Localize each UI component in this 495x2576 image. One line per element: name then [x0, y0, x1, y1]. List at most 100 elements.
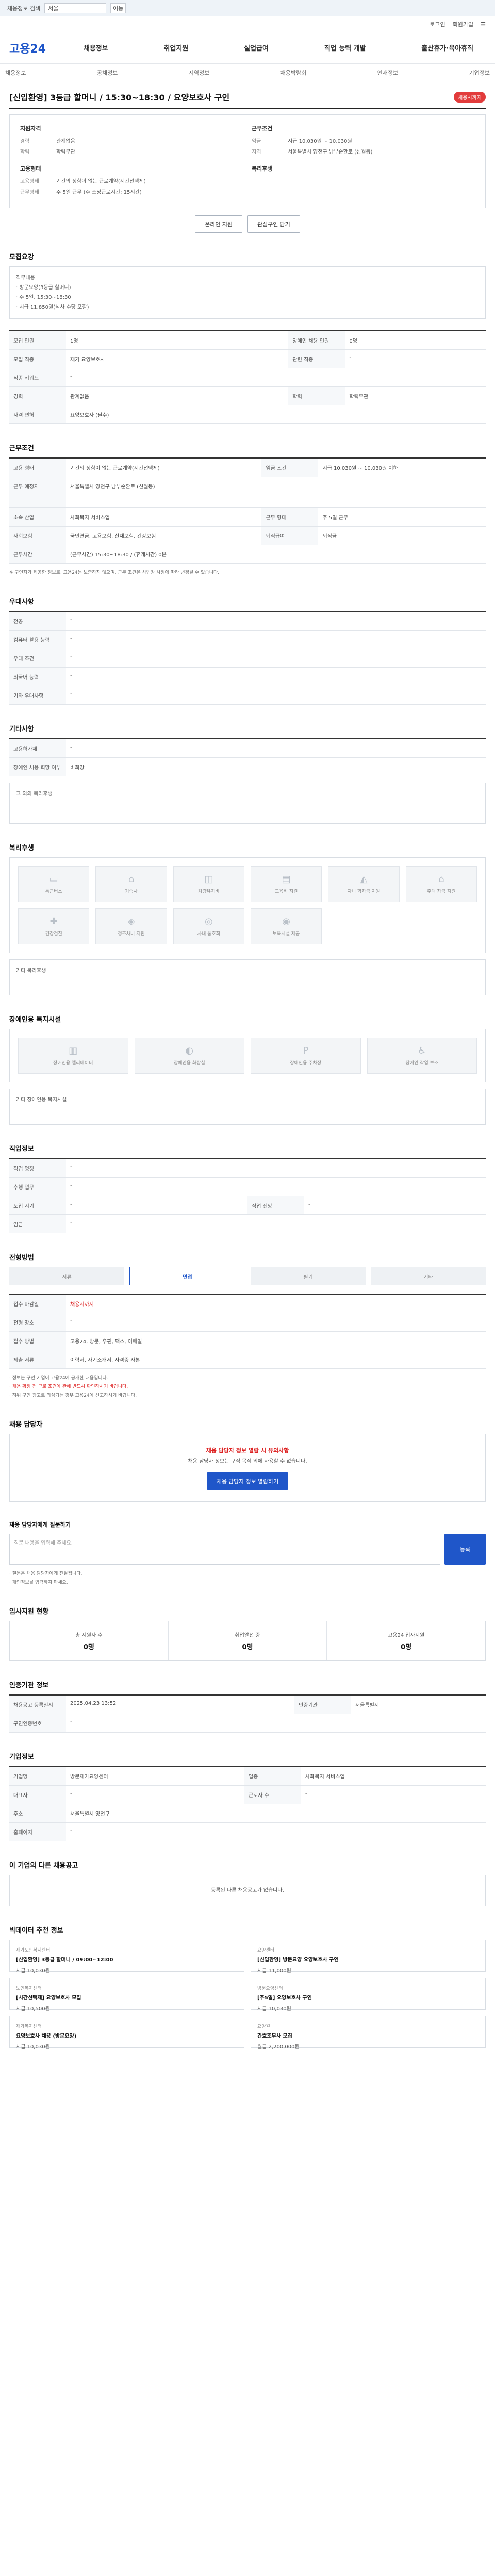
kv-key: 지역 — [252, 149, 261, 155]
recommend-card[interactable]: 노인복지센터 [시간선택제] 요양보호사 모집 시급 10,500원 — [9, 1978, 244, 2012]
table-row: 고용허가제 - — [9, 739, 486, 758]
cell-key: 고용 형태 — [9, 458, 66, 477]
card-title: 요양보호사 채용 (방문요양) — [16, 2033, 77, 2040]
disabled-label: 장애인용 화장실 — [173, 1061, 205, 1066]
content: [신입환영] 3등급 할머니 / 15:30~18:30 / 요양보호사 구인 … — [0, 91, 495, 2089]
benefit-icons: ▭ 통근버스 ⌂ 기숙사 ◫ 차량유지비 ▤ 교육비 지원 ◭ 자녀 학자금 지원 ⌂ 주택… — [9, 857, 486, 954]
benefit-title: 복리후생 — [9, 844, 34, 853]
recommend-card[interactable]: 재가노인복지센터 [신입환영] 3등급 할머니 / 09:00~12:00 시급 1… — [9, 1940, 244, 1974]
scrap-button[interactable]: 관심구인 담기 — [247, 215, 300, 233]
menu-icon[interactable]: ☰ — [481, 21, 486, 28]
disabled-icons: ▥ 장애인용 엘리베이터 ◐ 장애인용 화장실 P 장애인용 주차장 ♿ 장애인 작업 … — [9, 1029, 486, 1083]
assist-icon: ♿ — [418, 1045, 426, 1057]
cell-key: 학력 — [288, 386, 345, 405]
cell-value: - — [66, 1159, 486, 1178]
cell-value: 서울특별시 양천구 남부순환로 (신월동) — [66, 477, 486, 508]
cell-key: 수행 업무 — [9, 1177, 66, 1197]
process-step: 면접 — [129, 1267, 245, 1286]
subnav-item[interactable]: 채용박람회 — [280, 69, 307, 77]
graduation-icon: ◭ — [360, 874, 368, 885]
subnav-item[interactable]: 지역정보 — [189, 69, 209, 77]
note-line: · 채용 확정 전 근로 조건에 관해 반드시 확인하시기 바랍니다. — [9, 1384, 128, 1390]
gift-icon: ◈ — [127, 916, 135, 927]
cell-key: 임금 — [9, 1214, 66, 1234]
cell-key: 자격 면허 — [9, 405, 66, 424]
cell-value: - — [66, 1196, 248, 1215]
nav-item-leave[interactable]: 출산휴가·육아휴직 — [421, 43, 473, 53]
subnav-item[interactable]: 채용정보 — [5, 69, 26, 77]
recommend-cards: 재가노인복지센터 [신입환영] 3등급 할머니 / 09:00~12:00 시급 1… — [9, 1940, 486, 2050]
nav-item-support[interactable]: 취업지원 — [164, 43, 189, 53]
status-box: 총 지원자 수 0명 취업알선 중 0명 고용24 입사지원 0명 — [9, 1621, 486, 1662]
logo[interactable]: 고용24 — [9, 40, 71, 56]
benefit-label: 차량유지비 — [198, 889, 220, 895]
benefit-label: 기숙사 — [125, 889, 138, 895]
nav-item-jobs[interactable]: 채용정보 — [84, 43, 108, 53]
card-meta: 시급 10,500원 — [16, 2006, 50, 2012]
cell-value: - — [301, 1785, 486, 1805]
cell-value: 기간의 정함이 없는 근로계약(시간선택제) — [66, 458, 262, 477]
parking-icon: P — [303, 1045, 309, 1057]
kv-value: 서울특별시 양천구 남부순환로 (신월동) — [288, 149, 373, 155]
cell-key: 모집 직종 — [9, 349, 66, 368]
cell-value: 0명 — [345, 331, 486, 350]
login-link[interactable]: 로그인 — [430, 20, 445, 28]
company-table: 기업명 방문재가요양센터 업종 사회복지 서비스업 대표자 - 근로자 수- 주소 서울특별… — [9, 1766, 486, 1842]
cell-key: 대표자 — [9, 1785, 66, 1805]
region-select[interactable]: 서울 — [44, 3, 107, 13]
recommend-card[interactable]: 요양센터 [신입환영] 방문요양 요양보호사 구인 시급 11,000원 — [251, 1940, 486, 1974]
view-manager-button[interactable]: 채용 담당자 정보 열람하기 — [206, 1472, 289, 1490]
cell-key: 장애인 채용 인원 — [288, 331, 345, 350]
inquiry-input[interactable]: 질문 내용을 입력해 주세요. — [9, 1534, 440, 1565]
apply-button[interactable]: 온라인 지원 — [195, 215, 242, 233]
summary-employment: 고용형태 고용형태 기간의 정함이 없는 근로계약(시간선택제) 근무형태 주 5일… — [16, 161, 248, 201]
disabled-label: 장애인용 주차장 — [290, 1061, 322, 1066]
subnav-item[interactable]: 기업정보 — [469, 69, 490, 77]
cell-value: 이력서, 자기소개서, 자격증 사본 — [66, 1350, 486, 1369]
recruit-title: 모집요강 — [9, 253, 34, 261]
card-company: 방문요양센터 — [257, 1986, 283, 1992]
table-row: 임금 - — [9, 1214, 486, 1234]
cell-value: 방문재가요양센터 — [66, 1767, 244, 1786]
card-company: 요양센터 — [257, 1948, 275, 1954]
table-row: 모집 직종 재가 요양보호사 관련 직종 - — [9, 349, 486, 368]
go-button[interactable]: 이동 — [110, 3, 126, 13]
recommend-card[interactable]: 방문요양센터 [주5일] 요양보호사 구인 시급 10,030원 — [251, 1978, 486, 2012]
cell-key: 기업명 — [9, 1767, 66, 1786]
card-meta: 월급 2,200,000원 — [257, 2044, 300, 2050]
recommend-card[interactable]: 재가복지센터 요양보호사 채용 (방문요양) 시급 10,030원 — [9, 2016, 244, 2050]
benefit-label: 교육비 지원 — [275, 889, 298, 895]
disabled-item: ◐ 장애인용 화장실 — [134, 1038, 244, 1074]
nav-item-training[interactable]: 직업 능력 개발 — [324, 43, 366, 53]
disabled-item: ♿ 장애인 작업 보조 — [367, 1038, 477, 1074]
work-note: ※ 구인자가 제공한 정보로, 고용24는 보증하지 않으며, 근무 조건은 사… — [9, 570, 220, 575]
cell-value: (근무시간) 15:30~18:30 / (휴게시간) 0분 — [66, 545, 486, 564]
other-title: 기타사항 — [9, 725, 34, 734]
cell-value: 비희망 — [66, 757, 486, 777]
manager-alert: 채용 담당자 정보 열람 시 유의사항 채용 담당자 정보는 구직 목적 외에 … — [9, 1434, 486, 1502]
subnav-item[interactable]: 인재정보 — [377, 69, 398, 77]
recommend-card[interactable]: 요양원 간호조무사 모집 월급 2,200,000원 — [251, 2016, 486, 2050]
cell-key: 퇴직급여 — [261, 526, 319, 545]
nav-item-benefit[interactable]: 실업급여 — [244, 43, 269, 53]
inquiry-title: 채용 담당자에게 질문하기 — [9, 1521, 71, 1529]
benefit-item: ⌂ 주택 자금 지원 — [405, 866, 477, 903]
cell-key: 근무시간 — [9, 545, 66, 564]
table-row: 사회보험 국민연금, 고용보험, 산재보험, 건강보험 퇴직급여 퇴직금 — [9, 526, 486, 545]
recruit-box: 직무내용 · 방문요양(3등급 할머니) · 주 5일, 15:30~18:30… — [9, 266, 486, 319]
cell-value: 채용시까지 — [66, 1294, 486, 1314]
club-icon: ◎ — [204, 916, 213, 927]
cell-value: 서울특별시 양천구 — [66, 1804, 486, 1823]
card-meta: 시급 11,000원 — [257, 1968, 291, 1974]
subnav-item[interactable]: 공채정보 — [97, 69, 118, 77]
welfare-title: 우대사항 — [9, 598, 34, 606]
summary-heading: 지원자격 — [20, 125, 41, 132]
inquiry-submit-button[interactable]: 등록 — [444, 1534, 486, 1565]
table-row: 고용 형태 기간의 정함이 없는 근로계약(시간선택제) 임금 조건 시급 10,03… — [9, 458, 486, 477]
card-company: 재가복지센터 — [16, 2024, 42, 2030]
recommend-title: 빅데이터 추천 정보 — [9, 1927, 63, 1935]
cell-value: - — [66, 1822, 486, 1842]
summary-welfare: 복리후생 — [248, 161, 479, 201]
benefit-label: 통근버스 — [45, 889, 62, 895]
signup-link[interactable]: 회원가입 — [453, 20, 473, 28]
